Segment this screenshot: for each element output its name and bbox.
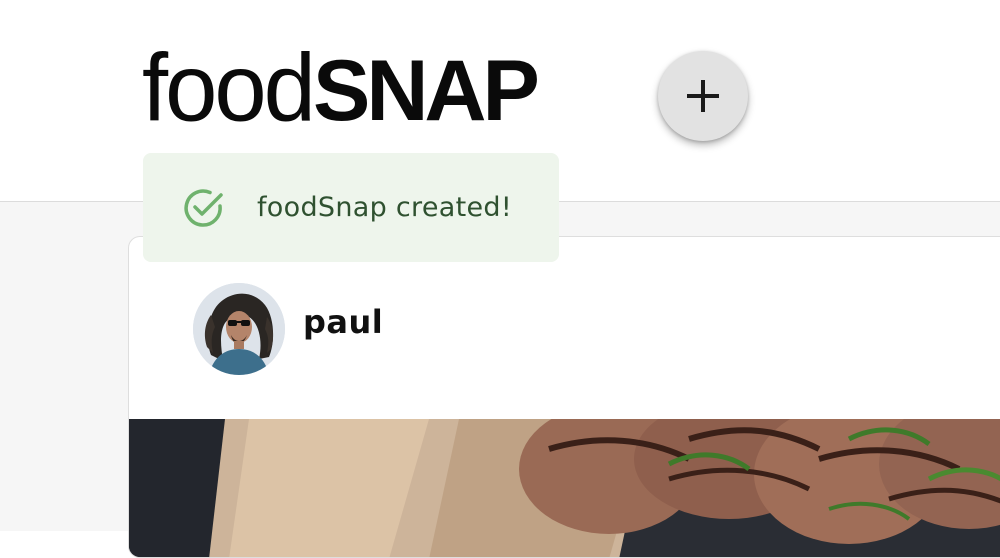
post-header: paul	[129, 237, 1000, 419]
logo-text-food: food	[142, 33, 316, 142]
post-image	[129, 419, 1000, 557]
post-card: paul	[128, 236, 1000, 558]
post-username[interactable]: paul	[303, 303, 383, 341]
logo-text-snap: SNAP	[312, 43, 540, 139]
check-circle-icon	[184, 188, 223, 227]
success-toast: foodSnap created!	[143, 153, 559, 262]
foodsnap-logo[interactable]: foodSNAP	[142, 33, 540, 142]
food-photo-icon	[129, 419, 1000, 557]
toast-message: foodSnap created!	[257, 192, 512, 223]
add-foodsnap-button[interactable]	[658, 51, 748, 141]
plus-icon	[687, 80, 719, 112]
avatar[interactable]	[193, 283, 285, 375]
user-avatar-icon	[193, 283, 285, 375]
